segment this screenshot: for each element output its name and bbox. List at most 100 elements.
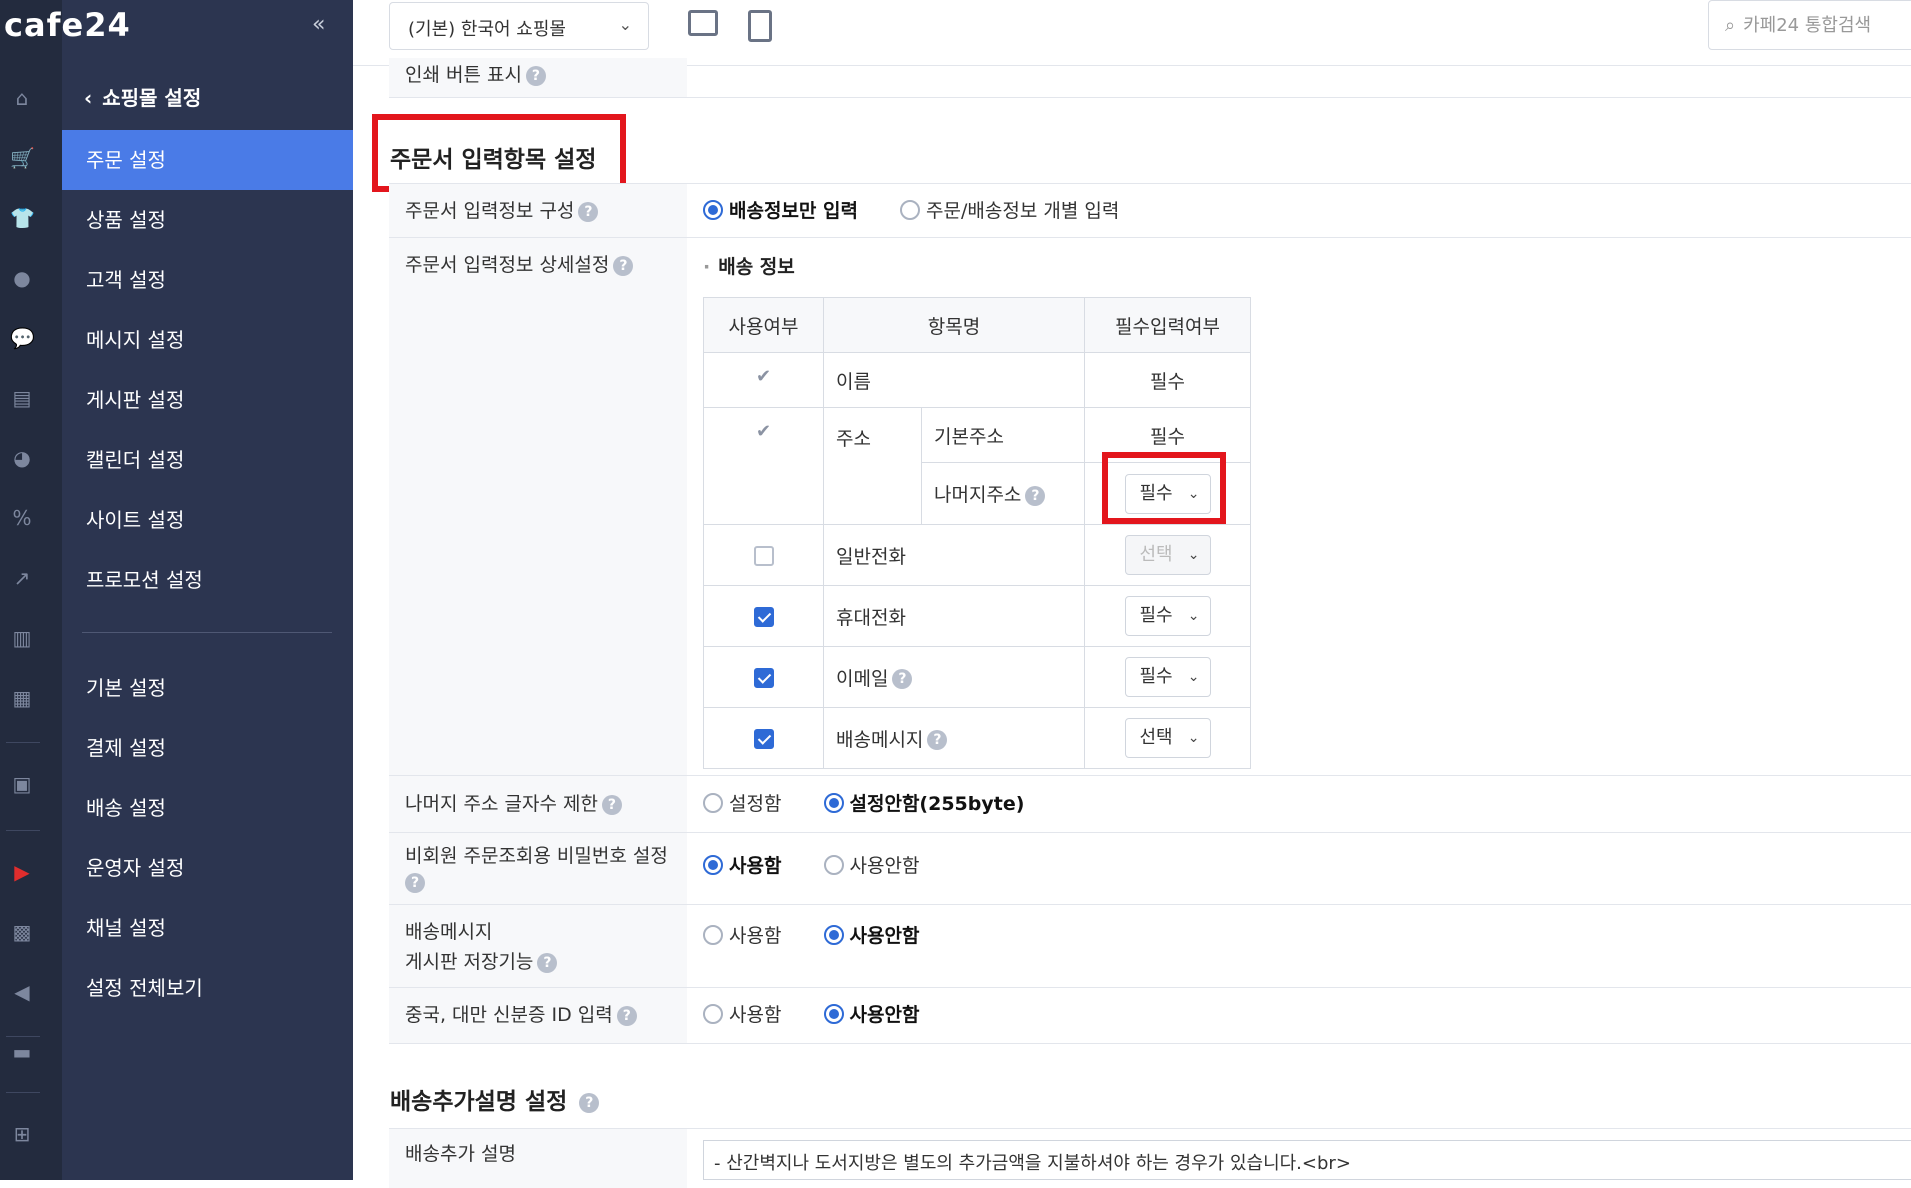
field-name: 이름 bbox=[823, 352, 1085, 408]
shipping-info-subheading: · 배송 정보 bbox=[703, 256, 795, 278]
radio-button[interactable] bbox=[703, 1003, 723, 1024]
megaphone-icon[interactable]: ◀ bbox=[10, 980, 34, 1004]
menu-item-operator[interactable]: 운영자 설정 bbox=[62, 838, 353, 898]
help-icon[interactable]: ? bbox=[613, 255, 634, 276]
radio-button[interactable] bbox=[823, 924, 844, 945]
radio-use[interactable]: 사용함 bbox=[703, 921, 781, 948]
mobile-icon[interactable] bbox=[748, 10, 772, 42]
radio-button[interactable] bbox=[703, 924, 723, 945]
required-select[interactable]: 선택 ⌄ bbox=[1124, 718, 1211, 758]
row-label: 주문서 입력정보 구성? bbox=[389, 184, 687, 237]
double-chevron-left-icon[interactable]: « bbox=[312, 12, 325, 37]
menu-item-customer[interactable]: 고객 설정 bbox=[62, 250, 353, 310]
radio-not-set[interactable]: 설정안함(255byte) bbox=[823, 789, 1024, 816]
required-select[interactable]: 필수 ⌄ bbox=[1124, 596, 1211, 636]
help-icon[interactable]: ? bbox=[616, 1005, 637, 1026]
menu-item-basic[interactable]: 기본 설정 bbox=[62, 658, 353, 718]
chart-line-icon[interactable]: ↗ bbox=[10, 566, 34, 590]
radio-not-use[interactable]: 사용안함 bbox=[823, 921, 919, 948]
radio-shipping-only[interactable]: 배송정보만 입력 bbox=[703, 196, 858, 223]
radio-not-use[interactable]: 사용안함 bbox=[823, 1000, 919, 1027]
help-icon[interactable]: ? bbox=[892, 669, 913, 689]
youtube-icon[interactable]: ▶ bbox=[10, 860, 34, 884]
menu-item-message[interactable]: 메시지 설정 bbox=[62, 310, 353, 370]
menu-item-calendar[interactable]: 캘린더 설정 bbox=[62, 430, 353, 490]
required-select[interactable]: 필수 ⌄ bbox=[1124, 657, 1211, 697]
radio-button[interactable] bbox=[703, 854, 723, 875]
help-icon[interactable]: ? bbox=[537, 952, 558, 973]
menu-back-header[interactable]: ‹ 쇼핑몰 설정 bbox=[84, 82, 201, 111]
menu-item-board[interactable]: 게시판 설정 bbox=[62, 370, 353, 430]
field-name: 휴대전화 bbox=[823, 585, 1085, 647]
radio-use[interactable]: 사용함 bbox=[703, 851, 781, 878]
coupon-icon[interactable]: % bbox=[10, 506, 34, 530]
row-label: 배송메시지 게시판 저장기능? bbox=[389, 905, 687, 987]
checkbox-checked[interactable] bbox=[753, 606, 774, 627]
search-icon: ⌕ bbox=[1725, 15, 1736, 36]
board-icon[interactable]: ▤ bbox=[10, 386, 34, 410]
excel-icon[interactable]: ▦ bbox=[10, 686, 34, 710]
cart-icon[interactable]: 🛒 bbox=[10, 146, 35, 170]
radio-button[interactable] bbox=[823, 1003, 844, 1024]
menu-item-product[interactable]: 상품 설정 bbox=[62, 190, 353, 250]
checkbox[interactable] bbox=[753, 545, 774, 566]
radio-not-use[interactable]: 사용안함 bbox=[823, 851, 919, 878]
help-icon[interactable]: ? bbox=[927, 730, 948, 750]
field-subname: 나머지주소? bbox=[921, 462, 1085, 525]
grid-plus-icon[interactable]: ⊞ bbox=[10, 1122, 34, 1146]
menu-item-payment[interactable]: 결제 설정 bbox=[62, 718, 353, 778]
required-select-cell: 필수 ⌄ bbox=[1084, 646, 1251, 708]
use-check bbox=[703, 646, 824, 708]
store-icon[interactable]: ▬ bbox=[10, 1040, 34, 1064]
section-title-shipping-extra: 배송추가설명 설정? bbox=[390, 1082, 600, 1116]
radio-button[interactable] bbox=[823, 792, 844, 813]
shop-select[interactable]: (기본) 한국어 쇼핑몰 ⌄ bbox=[389, 2, 649, 50]
menu-item-promotion[interactable]: 프로모션 설정 bbox=[62, 550, 353, 610]
rail-divider bbox=[6, 1092, 40, 1093]
chat-icon[interactable]: 💬 bbox=[10, 326, 35, 350]
desktop-icon[interactable] bbox=[688, 10, 718, 36]
checkmark-icon: ✔ bbox=[755, 421, 772, 442]
radio-button[interactable] bbox=[900, 199, 921, 220]
checkbox-checked[interactable] bbox=[753, 728, 774, 749]
required-select-disabled[interactable]: 선택 ⌄ bbox=[1124, 535, 1211, 575]
app-icon[interactable]: ▣ bbox=[10, 772, 34, 796]
toolbox-icon[interactable]: ▩ bbox=[10, 920, 34, 944]
chevron-left-icon: ‹ bbox=[84, 86, 93, 110]
radio-button[interactable] bbox=[703, 199, 723, 220]
radio-use[interactable]: 사용함 bbox=[703, 1000, 781, 1027]
menu-item-site[interactable]: 사이트 설정 bbox=[62, 490, 353, 550]
home-icon[interactable]: ⌂ bbox=[10, 86, 34, 110]
chart-bar-icon[interactable]: ▥ bbox=[10, 626, 34, 650]
shipping-fields-table: 사용여부 항목명 필수입력여부 ✔ 이름 필수 ✔ 주소 기본주소 필수 나머지… bbox=[703, 297, 1251, 769]
use-check: ✔ bbox=[703, 352, 824, 408]
help-icon[interactable]: ? bbox=[405, 872, 425, 893]
radio-separate-input[interactable]: 주문/배송정보 개별 입력 bbox=[900, 196, 1119, 223]
radio-set[interactable]: 설정함 bbox=[703, 789, 781, 816]
menu-item-shipping[interactable]: 배송 설정 bbox=[62, 778, 353, 838]
menu-item-order[interactable]: 주문 설정 bbox=[62, 130, 353, 190]
row-label: 비회원 주문조회용 비밀번호 설정? bbox=[389, 833, 687, 904]
field-subname: 기본주소 bbox=[921, 407, 1085, 463]
menu-item-channel[interactable]: 채널 설정 bbox=[62, 898, 353, 958]
user-icon[interactable]: ● bbox=[10, 266, 34, 290]
search-input[interactable]: ⌕ 카페24 통합검색 bbox=[1708, 0, 1911, 50]
field-name: 주소 bbox=[823, 407, 922, 525]
help-icon[interactable]: ? bbox=[525, 65, 546, 86]
row-value: 사용함 사용안함 bbox=[687, 833, 971, 894]
menu-item-view-all[interactable]: 설정 전체보기 bbox=[62, 958, 353, 1018]
menu-divider bbox=[82, 632, 332, 633]
radio-button[interactable] bbox=[823, 854, 844, 875]
chevron-down-icon: ⌄ bbox=[1187, 669, 1200, 685]
shipping-extra-desc-input[interactable]: - 산간벽지나 도서지방은 별도의 추가금액을 지불하셔야 하는 경우가 있습니… bbox=[703, 1140, 1911, 1180]
help-icon[interactable]: ? bbox=[601, 794, 622, 815]
row-label: 중국, 대만 신분증 ID 입력? bbox=[389, 988, 687, 1043]
help-icon[interactable]: ? bbox=[579, 1092, 600, 1113]
radio-button[interactable] bbox=[703, 792, 723, 813]
palette-icon[interactable]: ◕ bbox=[10, 446, 34, 470]
cafe24-logo[interactable]: cafe24 bbox=[4, 6, 131, 44]
checkbox-checked[interactable] bbox=[753, 667, 774, 688]
shirt-icon[interactable]: 👕 bbox=[10, 206, 35, 230]
help-icon[interactable]: ? bbox=[1025, 485, 1046, 506]
help-icon[interactable]: ? bbox=[578, 201, 599, 222]
